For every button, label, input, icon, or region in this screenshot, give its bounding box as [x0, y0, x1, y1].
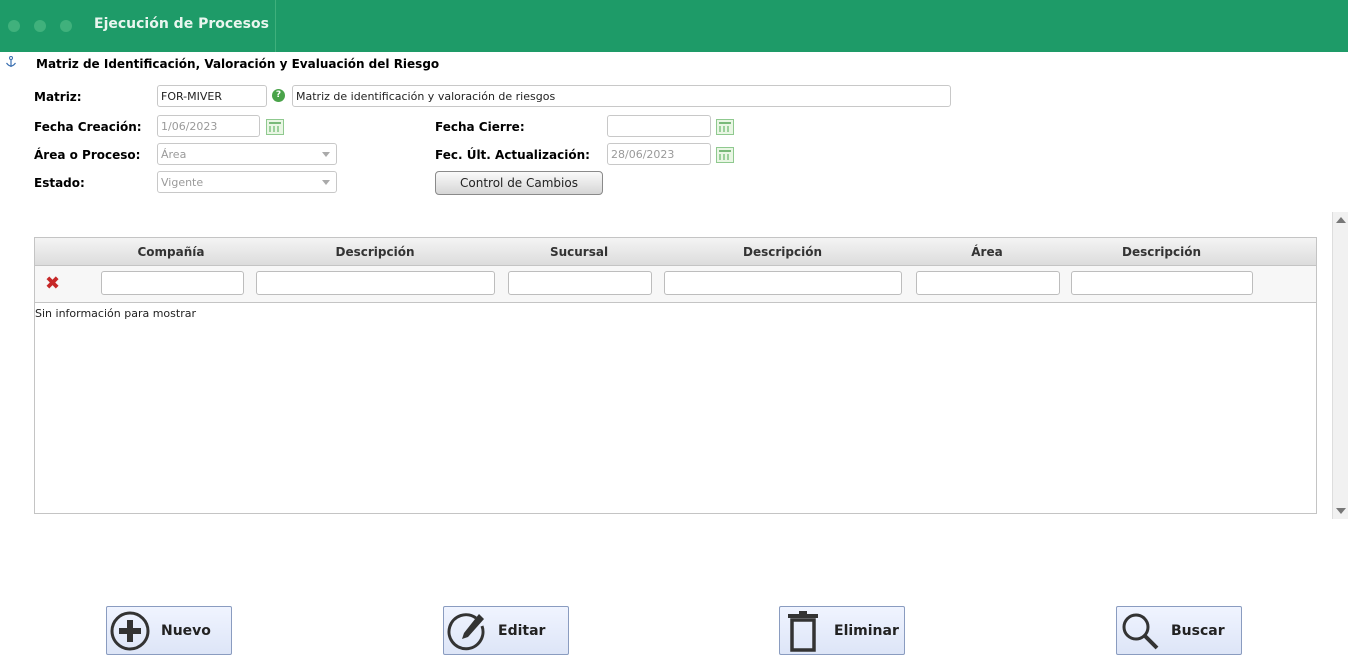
filter-input-descripcion-2[interactable] — [664, 271, 902, 295]
estado-select[interactable]: Vigente — [157, 171, 337, 193]
vertical-scrollbar[interactable] — [1332, 212, 1348, 519]
fecha-cierre-label: Fecha Cierre: — [435, 120, 525, 134]
column-header-descripcion-2[interactable]: Descripción — [664, 245, 901, 259]
chevron-down-icon — [322, 180, 330, 185]
window-dot-1[interactable] — [8, 20, 20, 32]
chevron-down-icon — [322, 152, 330, 157]
title-divider — [275, 0, 276, 52]
filter-input-descripcion-3[interactable] — [1071, 271, 1253, 295]
empty-message: Sin información para mostrar — [35, 307, 196, 320]
section-title: Matriz de Identificación, Valoración y E… — [36, 57, 440, 71]
editar-button[interactable]: Editar — [443, 606, 569, 655]
editar-label: Editar — [498, 622, 546, 639]
area-proceso-value: Área — [161, 148, 187, 161]
filter-row: ✖ — [35, 266, 1316, 303]
window-controls — [8, 20, 72, 32]
fec-ult-label: Fec. Últ. Actualización: — [435, 148, 590, 162]
window-title: Ejecución de Procesos — [94, 16, 269, 32]
filter-input-sucursal[interactable] — [508, 271, 652, 295]
filter-input-area[interactable] — [916, 271, 1060, 295]
column-header-descripcion-1[interactable]: Descripción — [256, 245, 494, 259]
control-cambios-button[interactable]: Control de Cambios — [435, 171, 603, 195]
scroll-up-icon[interactable] — [1336, 217, 1346, 223]
area-proceso-select[interactable]: Área — [157, 143, 337, 165]
search-icon — [1122, 613, 1159, 649]
edit-icon — [447, 612, 485, 650]
anchor-icon — [6, 56, 16, 67]
matriz-code-field[interactable]: FOR-MIVER — [157, 85, 267, 107]
matriz-description-field[interactable]: Matriz de identificación y valoración de… — [292, 85, 951, 107]
matriz-label: Matriz: — [34, 90, 82, 104]
nuevo-label: Nuevo — [161, 622, 211, 639]
help-icon[interactable]: ? — [272, 89, 285, 102]
nuevo-button[interactable]: Nuevo — [106, 606, 232, 655]
fecha-cierre-field[interactable] — [607, 115, 711, 137]
fec-ult-field[interactable]: 28/06/2023 — [607, 143, 711, 165]
calendar-icon[interactable] — [266, 119, 284, 135]
filter-input-compania[interactable] — [101, 271, 244, 295]
estado-value: Vigente — [161, 176, 204, 189]
buscar-button[interactable]: Buscar — [1116, 606, 1242, 655]
trash-icon — [788, 610, 818, 652]
fecha-creacion-field[interactable]: 1/06/2023 — [157, 115, 260, 137]
eliminar-label: Eliminar — [834, 622, 899, 639]
window-dot-2[interactable] — [34, 20, 46, 32]
calendar-icon[interactable] — [716, 119, 734, 135]
data-grid: Compañía Descripción Sucursal Descripció… — [34, 237, 1317, 514]
calendar-icon[interactable] — [716, 147, 734, 163]
column-header-descripcion-3[interactable]: Descripción — [1071, 245, 1252, 259]
column-header-compania[interactable]: Compañía — [101, 245, 241, 259]
window-dot-3[interactable] — [60, 20, 72, 32]
fecha-creacion-label: Fecha Creación: — [34, 120, 142, 134]
eliminar-button[interactable]: Eliminar — [779, 606, 905, 655]
clear-filter-icon[interactable]: ✖ — [45, 273, 60, 294]
column-header-area[interactable]: Área — [916, 245, 1058, 259]
plus-icon — [110, 611, 150, 650]
grid-header: Compañía Descripción Sucursal Descripció… — [35, 238, 1316, 266]
title-bar: Ejecución de Procesos — [0, 0, 1348, 52]
scroll-down-icon[interactable] — [1336, 508, 1346, 514]
filter-input-descripcion-1[interactable] — [256, 271, 495, 295]
estado-label: Estado: — [34, 176, 85, 190]
column-header-sucursal[interactable]: Sucursal — [508, 245, 650, 259]
buscar-label: Buscar — [1171, 622, 1225, 639]
area-proceso-label: Área o Proceso: — [34, 148, 141, 162]
